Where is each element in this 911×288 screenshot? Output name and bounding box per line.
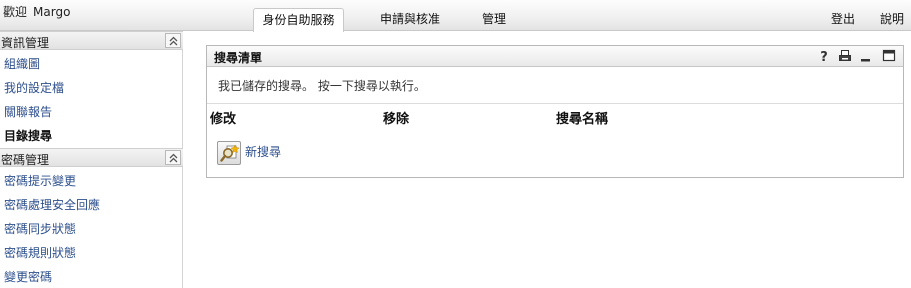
- welcome-label: 歡迎: [3, 5, 28, 19]
- new-search-label: 新搜尋: [245, 145, 282, 159]
- tab-self-service[interactable]: 身份自助服務: [253, 8, 344, 32]
- top-header: 歡迎 Margo 身份自助服務 申請與核准 管理 登出 說明: [0, 0, 911, 32]
- column-header-search-name: 搜尋名稱: [556, 112, 609, 127]
- divider: [207, 103, 903, 104]
- sidebar-item-password-challenge-response[interactable]: 密碼處理安全回應: [4, 196, 100, 213]
- collapse-section-button[interactable]: [165, 150, 181, 165]
- user-name: Margo: [33, 5, 71, 19]
- panel-description: 我已儲存的搜尋。 按一下搜尋以執行。: [218, 79, 426, 93]
- welcome-text: 歡迎 Margo: [3, 3, 70, 20]
- collapse-section-button[interactable]: [165, 33, 181, 48]
- help-icon[interactable]: ?: [817, 49, 831, 65]
- panel-title: 搜尋清單: [214, 51, 263, 65]
- sidebar-item-password-policy-status[interactable]: 密碼規則狀態: [4, 244, 76, 261]
- sidebar-section-title: 資訊管理: [1, 36, 50, 50]
- sidebar: 資訊管理 組織圖 我的設定檔 關聯報告 目錄搜尋 密碼管理 密碼提示變更 密碼處…: [0, 31, 183, 288]
- tab-administration-label: 管理: [481, 12, 506, 26]
- double-chevron-up-icon: [169, 36, 178, 46]
- search-list-panel: 搜尋清單 ? 我已儲存的搜尋。 按一下搜尋以執行。 修改 移除 搜尋名稱 新搜尋: [206, 45, 904, 178]
- sidebar-item-my-profile[interactable]: 我的設定檔: [4, 79, 64, 96]
- sidebar-section-title: 密碼管理: [1, 153, 50, 167]
- sidebar-item-password-hint-change[interactable]: 密碼提示變更: [4, 172, 76, 189]
- maximize-icon[interactable]: [882, 49, 896, 63]
- sidebar-item-org-chart[interactable]: 組織圖: [4, 55, 40, 72]
- column-header-remove: 移除: [383, 112, 410, 127]
- sidebar-section-password-management: 密碼管理: [0, 148, 183, 167]
- svg-text:?: ?: [820, 50, 828, 63]
- sidebar-item-directory-search[interactable]: 目錄搜尋: [4, 127, 52, 144]
- logout-link[interactable]: 登出: [831, 10, 855, 27]
- tab-requests-approvals[interactable]: 申請與核准: [370, 8, 450, 31]
- double-chevron-up-icon: [169, 153, 178, 163]
- tab-self-service-label: 身份自助服務: [262, 13, 335, 27]
- tab-requests-approvals-label: 申請與核准: [379, 12, 440, 26]
- help-link[interactable]: 說明: [880, 10, 904, 27]
- minimize-icon[interactable]: [859, 49, 873, 63]
- column-header-edit: 修改: [210, 112, 237, 127]
- sidebar-item-relationship-report[interactable]: 關聯報告: [4, 103, 52, 120]
- sidebar-section-info-management: 資訊管理: [0, 31, 183, 50]
- new-search-icon: [217, 141, 241, 165]
- tab-administration[interactable]: 管理: [474, 8, 514, 31]
- sidebar-item-password-sync-status[interactable]: 密碼同步狀態: [4, 220, 76, 237]
- sidebar-item-change-password[interactable]: 變更密碼: [4, 268, 52, 285]
- print-icon[interactable]: [838, 49, 852, 63]
- panel-header: 搜尋清單 ?: [207, 46, 903, 67]
